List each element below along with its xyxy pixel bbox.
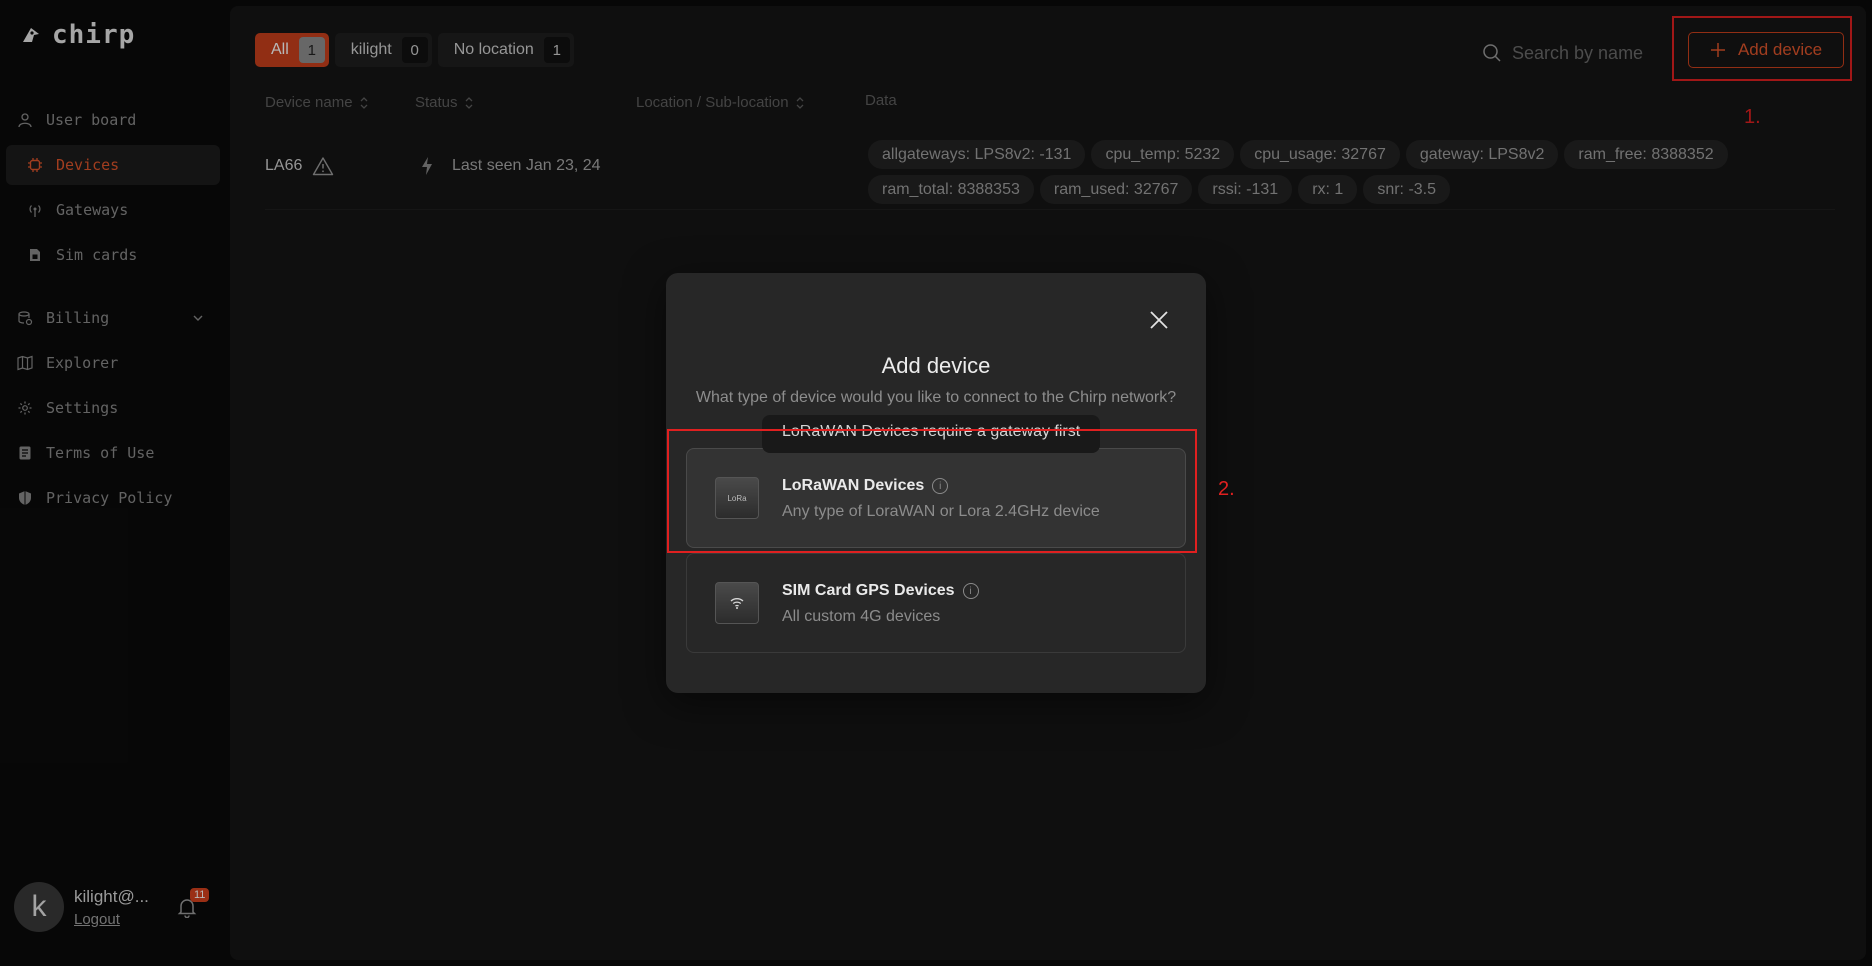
annotation-box-lorawan (667, 429, 1197, 553)
option-description: All custom 4G devices (782, 608, 941, 625)
option-title: SIM Card GPS Devices i (782, 582, 979, 600)
modal-subtitle: What type of device would you like to co… (695, 389, 1177, 406)
app-root: chirp User board Devices Gateways Sim ca… (0, 0, 1872, 966)
close-icon[interactable] (1146, 307, 1172, 333)
annotation-step-2: 2. (1218, 478, 1235, 500)
wifi-device-icon (715, 582, 759, 624)
option-title-text: SIM Card GPS Devices (782, 582, 955, 599)
option-sim-card-gps-devices[interactable]: SIM Card GPS Devices i All custom 4G dev… (686, 553, 1186, 653)
modal-title: Add device (881, 353, 991, 378)
wifi-icon (730, 598, 744, 609)
info-icon[interactable]: i (962, 583, 979, 599)
